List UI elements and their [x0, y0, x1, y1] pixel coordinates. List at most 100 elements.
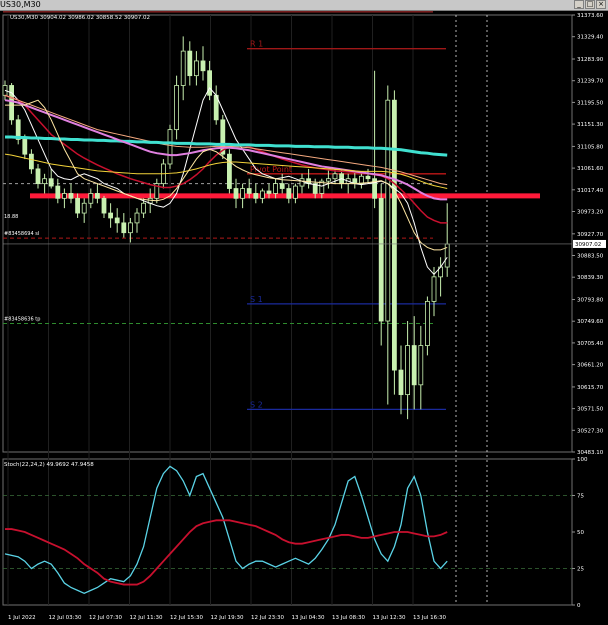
candle-body — [378, 197, 384, 322]
y-tick-label: 30973.20 — [577, 209, 604, 215]
candle-body — [424, 300, 430, 346]
chart-title: US30,M30 30904.02 30986.02 30858.52 3090… — [10, 15, 150, 21]
close-icon[interactable]: × — [596, 0, 606, 9]
order-label-sl: #83458694 sl — [4, 231, 39, 237]
candle-body — [266, 190, 272, 194]
candle-body — [405, 345, 411, 396]
y-tick-label: 30883.50 — [577, 254, 604, 260]
x-tick-label: 12 Jul 07:30 — [89, 615, 122, 621]
stoch-tick-label: 50 — [577, 530, 584, 536]
candle-body — [62, 193, 67, 199]
candle-body — [207, 70, 213, 96]
candle-body — [174, 85, 180, 131]
candle-body — [391, 99, 397, 371]
price-chart[interactable]: 1 Jul 2022 12 Jul 03:30 12 Jul 07:30 12 Jul… — [0, 11, 608, 625]
x-tick-label: 13 Jul 12:30 — [373, 615, 406, 621]
x-tick-label: 12 Jul 23:30 — [251, 615, 284, 621]
stoch-tick-label: 100 — [577, 457, 588, 463]
candle-body — [365, 175, 371, 180]
candle-body — [240, 188, 246, 199]
x-tick-label: 13 Jul 08:30 — [332, 615, 365, 621]
stoch-tick-label: 0 — [577, 603, 581, 609]
stoch-series-line — [4, 465, 448, 595]
candle-body — [108, 212, 113, 219]
candle-body — [127, 222, 133, 234]
candle-body — [193, 60, 199, 77]
candle-body — [299, 178, 305, 187]
y-tick-label: 31195.50 — [577, 100, 604, 106]
candle-body — [292, 185, 298, 199]
candle-body — [385, 99, 391, 322]
restore-icon[interactable]: □ — [585, 0, 595, 9]
candle-body — [279, 183, 285, 189]
candle-body — [55, 185, 61, 199]
x-tick-label: 13 Jul 04:30 — [292, 615, 325, 621]
pivot-level-label: S 2 — [250, 400, 263, 409]
y-tick-label: 31151.30 — [577, 122, 604, 128]
candle-body — [42, 178, 47, 185]
pivot-level-label: R 1 — [250, 40, 263, 49]
y-tick-label: 30571.50 — [577, 407, 604, 413]
candle-body — [121, 222, 127, 234]
stoch-title: Stoch(22,24,2) 49.9692 47.9458 — [4, 462, 94, 468]
pivot-level-label: S 1 — [250, 295, 263, 304]
candle-body — [286, 188, 292, 199]
y-tick-label: 30839.30 — [577, 275, 604, 281]
candle-body — [68, 193, 74, 199]
candle-body — [431, 276, 437, 302]
y-tick-label: 30527.30 — [577, 428, 604, 434]
y-tick-label: 30705.40 — [577, 341, 604, 347]
candle-body — [273, 183, 279, 194]
y-tick-label: 30483.10 — [577, 450, 604, 456]
candle-body — [259, 190, 265, 199]
y-tick-label: 31283.90 — [577, 57, 604, 63]
candle-body — [358, 175, 364, 185]
candle-body — [325, 178, 331, 182]
order-label-tp: #83458636 tp — [4, 316, 40, 322]
candle-body — [81, 202, 87, 214]
stoch-tick-label: 75 — [577, 494, 584, 500]
x-tick-label: 12 Jul 11:30 — [130, 615, 163, 621]
y-tick-label: 31373.60 — [577, 13, 604, 19]
candle-body — [88, 193, 94, 204]
x-tick-label: 12 Jul 19:30 — [211, 615, 244, 621]
y-tick-label: 30615.70 — [577, 385, 604, 391]
candle-body — [398, 369, 404, 396]
y-tick-label: 31017.40 — [577, 188, 604, 194]
candle-body — [187, 50, 193, 77]
candle-body — [246, 188, 252, 194]
candle-body — [75, 197, 80, 214]
minimize-icon[interactable]: _ — [574, 0, 584, 9]
candle-body — [180, 50, 186, 86]
candle-body — [418, 345, 424, 386]
candle-body — [233, 188, 239, 199]
candle-body — [200, 60, 206, 72]
y-tick-label: 30793.80 — [577, 298, 604, 304]
window-title: US30,M30 — [0, 0, 41, 9]
y-tick-label: 31061.60 — [577, 166, 604, 172]
x-tick-label: 1 Jul 2022 — [8, 615, 36, 621]
x-tick-label: 13 Jul 16:30 — [413, 615, 446, 621]
candle-body — [226, 153, 232, 189]
y-tick-label: 30749.60 — [577, 319, 604, 325]
candle-body — [253, 193, 259, 199]
candle-body — [167, 129, 173, 165]
stoch-tick-label: 25 — [577, 567, 584, 573]
candle-body — [28, 153, 34, 170]
y-tick-label: 30661.20 — [577, 363, 604, 369]
candle-body — [101, 197, 107, 214]
candle-body — [95, 193, 100, 199]
candle-body — [332, 173, 338, 180]
candle-body — [22, 139, 28, 155]
candle-body — [134, 212, 140, 224]
candle-body — [9, 85, 15, 121]
misc-label: 18.88 — [4, 214, 18, 220]
candle-body — [114, 217, 120, 224]
candle-body — [141, 202, 147, 214]
candle-body — [35, 168, 41, 185]
window-titlebar[interactable]: US30,M30 _ □ × — [0, 0, 608, 11]
current-price-label: 30907.02 — [575, 242, 601, 248]
y-tick-label: 30927.70 — [577, 232, 604, 238]
candle-body — [411, 345, 417, 386]
x-tick-label: 12 Jul 15:30 — [170, 615, 203, 621]
